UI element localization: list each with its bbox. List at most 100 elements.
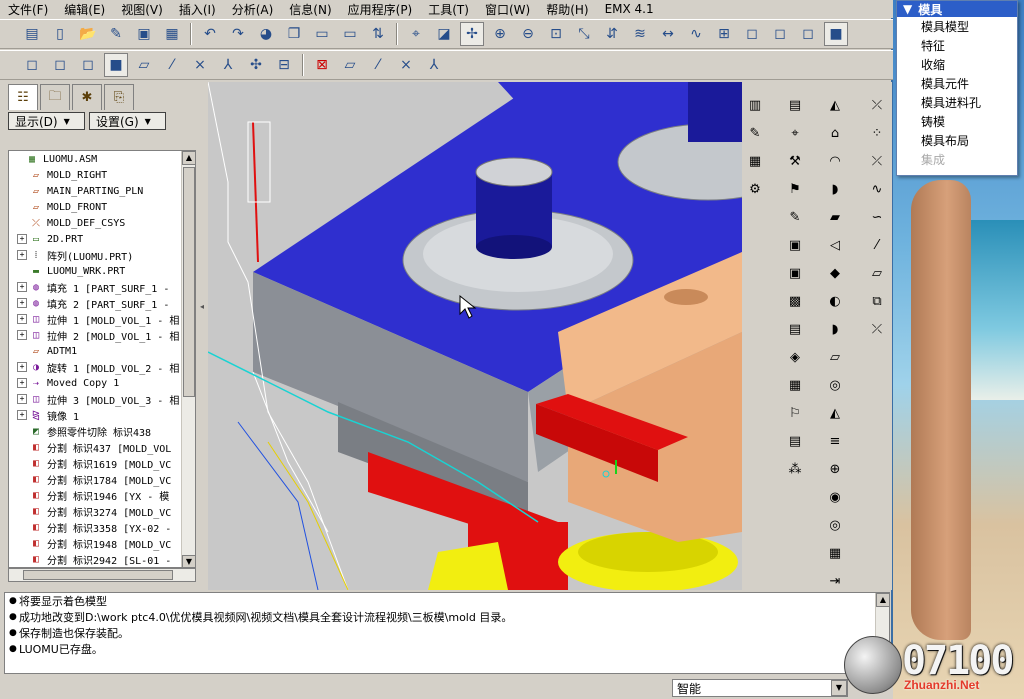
collapse-arrow-icon[interactable]: ◂ [200, 302, 206, 342]
tree-item[interactable]: ◧ 分割 标识3274 [MOLD_VC [9, 503, 195, 519]
gray-tool-icon[interactable]: ◎ [824, 514, 846, 536]
expand-toggle-icon[interactable]: + [17, 314, 27, 324]
scroll-down-icon[interactable]: ▼ [182, 555, 195, 567]
menu-help[interactable]: 帮助(H) [538, 1, 596, 18]
axis-tool-icon[interactable]: ⁄ [366, 53, 390, 77]
tree-item[interactable]: + ◫ 拉伸 3 [MOLD_VOL_3 - 相 [9, 391, 195, 407]
tree-item[interactable]: ◩ 参照零件切除 标识438 [9, 423, 195, 439]
multi-plane-icon[interactable]: ⧉ [866, 290, 888, 312]
copy-icon[interactable]: ❐ [282, 22, 306, 46]
tree-item[interactable]: ▦ LUOMU.ASM [9, 151, 195, 167]
menu-applications[interactable]: 应用程序(P) [340, 1, 421, 18]
menu-item-mold-model[interactable]: 模具模型 [897, 17, 1017, 36]
tree-vertical-scrollbar[interactable]: ▲ ▼ [181, 151, 195, 567]
revolve-icon[interactable]: ◠ [824, 150, 846, 172]
menu-item-shrinkage[interactable]: 收缩 [897, 55, 1017, 74]
expand-toggle-icon[interactable]: + [17, 378, 27, 388]
sweep-icon[interactable]: ◗ [824, 178, 846, 200]
saved-views-icon[interactable]: ⇵ [600, 22, 624, 46]
refit-icon[interactable]: ⊡ [544, 22, 568, 46]
graph-icon[interactable]: ∿ [684, 22, 708, 46]
menu-tools[interactable]: 工具(T) [420, 1, 477, 18]
plane-tool-icon[interactable]: ▱ [338, 53, 362, 77]
draft-icon[interactable]: ◭ [824, 402, 846, 424]
menu-analysis[interactable]: 分析(A) [224, 1, 282, 18]
tree-item[interactable]: ▱ MOLD_RIGHT [9, 167, 195, 183]
regenerate-icon[interactable]: ⇅ [366, 22, 390, 46]
tree-item[interactable]: + ◍ 填充 1 [PART_SURF_1 - [9, 279, 195, 295]
scroll-up-icon[interactable]: ▲ [182, 151, 195, 165]
extrude-icon[interactable]: ⌂ [824, 122, 846, 144]
menu-edit[interactable]: 编辑(E) [56, 1, 113, 18]
measure-icon[interactable]: ↔ [656, 22, 680, 46]
tree-item[interactable]: + ◑ 旋转 1 [MOLD_VOL_2 - 相 [9, 359, 195, 375]
flatten-icon[interactable]: ⊕ [824, 458, 846, 480]
pen-icon[interactable]: ✎ [104, 22, 128, 46]
done-arrow-icon[interactable]: ⇥ [824, 570, 846, 592]
surface-icon[interactable]: ◭ [824, 94, 846, 116]
tree-item[interactable]: ◧ 分割 标识3358 [YX-02 - [9, 519, 195, 535]
offset-icon[interactable]: ◁ [824, 234, 846, 256]
menu-file[interactable]: 文件(F) [0, 1, 56, 18]
tree-item[interactable]: ▬ LUOMU_WRK.PRT [9, 263, 195, 279]
datum-point-display-icon[interactable]: × [188, 53, 212, 77]
tree-item[interactable]: + ◫ 拉伸 1 [MOLD_VOL_1 - 相 [9, 311, 195, 327]
selection-filter[interactable]: 智能 ▼ [672, 679, 848, 697]
csys-tool-icon[interactable]: ⅄ [422, 53, 446, 77]
tree-item[interactable]: ◧ 分割 标识1619 [MOLD_VC [9, 455, 195, 471]
tree-horizontal-scrollbar[interactable] [8, 568, 196, 582]
menu-info[interactable]: 信息(N) [281, 1, 339, 18]
axis-icon[interactable]: ⁄ [866, 234, 888, 256]
lifter-icon[interactable]: ▤ [784, 430, 806, 452]
tree-item[interactable]: ◧ 分割 标识1948 [MOLD_VC [9, 535, 195, 551]
split-volume-icon[interactable]: ⚑ [784, 178, 806, 200]
csys-display-icon[interactable]: ⅄ [216, 53, 240, 77]
tree-item[interactable]: ◧ 分割 标识1946 [YX - 模 [9, 487, 195, 503]
datum-plane-display-icon[interactable]: ▱ [132, 53, 156, 77]
expand-toggle-icon[interactable]: + [17, 362, 27, 372]
boundary-icon[interactable]: ◗ [824, 318, 846, 340]
trim-icon[interactable]: ◈ [784, 346, 806, 368]
menu-window[interactable]: 窗口(W) [477, 1, 538, 18]
menu-emx[interactable]: EMX 4.1 [597, 2, 662, 16]
reorient-icon[interactable]: ⤡ [572, 22, 596, 46]
layers-icon[interactable]: ≋ [628, 22, 652, 46]
hidden-line-icon[interactable]: ◻ [768, 22, 792, 46]
tab-connections[interactable]: ⎘ [104, 84, 134, 110]
box-display-icon[interactable]: ◻ [20, 53, 44, 77]
no-hidden-icon[interactable]: ◻ [796, 22, 820, 46]
spin-center-display-icon[interactable]: ✣ [244, 53, 268, 77]
new-part-icon[interactable]: ▤ [784, 94, 806, 116]
tree-item[interactable]: ▱ MAIN_PARTING_PLN [9, 183, 195, 199]
explode-icon[interactable]: ⁂ [784, 458, 806, 480]
box-hidden-icon[interactable]: ◻ [48, 53, 72, 77]
pin-icon[interactable]: ⌖ [784, 122, 806, 144]
tree-item[interactable]: + ▭ 2D.PRT [9, 231, 195, 247]
offset-point-icon[interactable]: ⤫ [866, 150, 888, 172]
menu-view[interactable]: 视图(V) [113, 1, 171, 18]
datum-point-icon[interactable]: ⤫ [866, 94, 888, 116]
window-icon[interactable]: ⌖ [404, 22, 428, 46]
tree-item[interactable]: ◧ 分割 标识2942 [SL-01 - [9, 551, 195, 567]
tree-item[interactable]: + ⇢ Moved Copy 1 [9, 375, 195, 391]
spin-center-icon[interactable]: ✢ [460, 22, 484, 46]
panel-splitter[interactable]: ◂ [198, 82, 208, 590]
redo-icon[interactable]: ↷ [226, 22, 250, 46]
tab-model-tree[interactable]: ☷ [8, 84, 38, 110]
wireframe-icon[interactable]: ◻ [740, 22, 764, 46]
shading-icon[interactable]: ■ [824, 22, 848, 46]
mold-opening-icon[interactable]: ◉ [824, 486, 846, 508]
expand-toggle-icon[interactable]: + [17, 234, 27, 244]
tree-item[interactable]: + ◍ 填充 2 [PART_SURF_1 - [9, 295, 195, 311]
new-file-icon[interactable]: ▯ [48, 22, 72, 46]
tab-favorites[interactable]: ✱ [72, 84, 102, 110]
save-copy-icon[interactable]: ▦ [160, 22, 184, 46]
check-interference-icon[interactable]: ▦ [824, 542, 846, 564]
copy-surface-icon[interactable]: ▱ [824, 346, 846, 368]
merge-icon[interactable]: ◐ [824, 290, 846, 312]
datum-curve-icon[interactable]: ∿ [866, 178, 888, 200]
scroll-up-icon[interactable]: ▲ [876, 593, 890, 607]
open-folder-icon[interactable]: 📂 [76, 22, 100, 46]
tab-folder-browser[interactable]: 🗀 [40, 84, 70, 110]
save-icon[interactable]: ▣ [132, 22, 156, 46]
